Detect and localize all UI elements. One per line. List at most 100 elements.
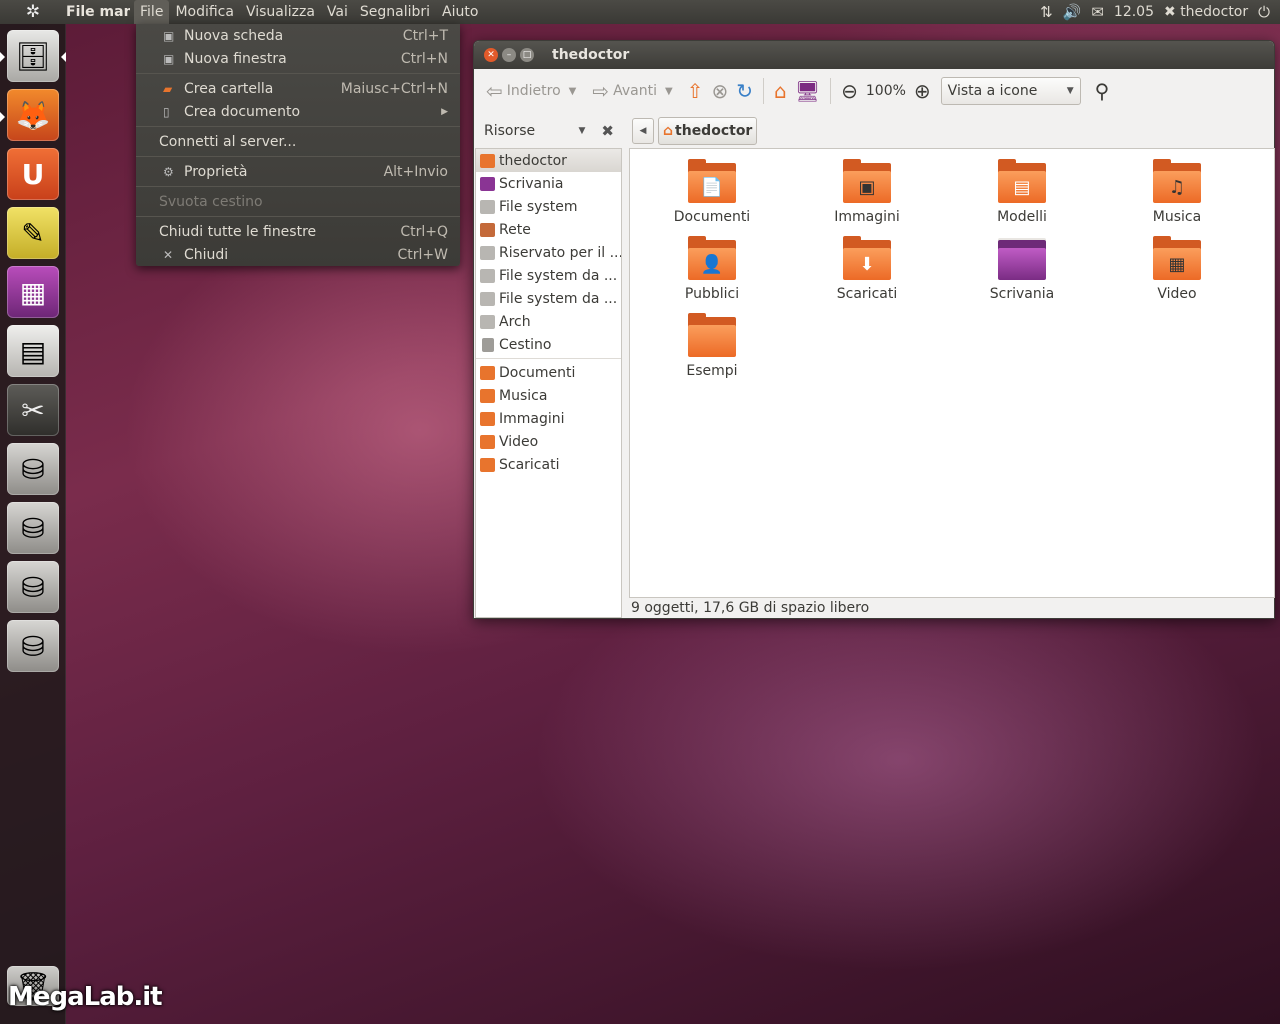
close-icon: ✕	[163, 247, 174, 262]
reload-button[interactable]: ↻	[732, 75, 757, 107]
menu-visualizza[interactable]: Visualizza	[240, 0, 321, 24]
menu-segnalibri[interactable]: Segnalibri	[354, 0, 436, 24]
new-window-icon: ▣	[163, 51, 175, 66]
sidebar-item-filesystem-3[interactable]: File system da ...	[476, 287, 621, 310]
sidebar-item-network[interactable]: Rete	[476, 218, 621, 241]
sidebar-item-documenti[interactable]: Documenti	[476, 361, 621, 384]
sidebar-item-filesystem-2[interactable]: File system da ...	[476, 264, 621, 287]
zoom-out-button[interactable]: ⊖	[837, 75, 862, 107]
scissors-icon[interactable]: ✂	[7, 384, 59, 436]
drive-icon[interactable]: ⛁	[7, 502, 59, 554]
sidebar-item-musica[interactable]: Musica	[476, 384, 621, 407]
menu-file[interactable]: File	[134, 0, 170, 24]
user-menu[interactable]: ✖ thedoctor	[1164, 4, 1248, 20]
sidebar-item-reserved[interactable]: Riservato per il ...	[476, 241, 621, 264]
menu-item-new-tab[interactable]: ▣ Nuova scheda Ctrl+T	[136, 24, 460, 47]
network-icon[interactable]: ⇅	[1040, 3, 1053, 21]
stop-button[interactable]: ⊗	[707, 75, 732, 107]
sidebar-item-label: Musica	[499, 387, 548, 404]
sidebar-item-arch[interactable]: Arch	[476, 310, 621, 333]
menu-aiuto[interactable]: Aiuto	[436, 0, 484, 24]
menu-item-create-folder[interactable]: ▰ Crea cartella Maiusc+Ctrl+N	[136, 77, 460, 100]
computer-icon: 🖥	[794, 79, 821, 103]
ubuntu-one-icon[interactable]: U	[7, 148, 59, 200]
firefox-icon[interactable]: 🦊	[7, 89, 59, 141]
file-item-documenti[interactable]: 📄 Documenti	[652, 159, 772, 225]
drive-icon	[480, 199, 495, 214]
file-cabinet-icon[interactable]: 🗄	[7, 30, 59, 82]
menu-item-accel: Ctrl+N	[400, 50, 448, 67]
file-item-immagini[interactable]: ▣ Immagini	[807, 159, 927, 225]
clock[interactable]: 12.05	[1114, 4, 1154, 20]
drive-icon[interactable]: ⛁	[7, 443, 59, 495]
menu-item-close-all[interactable]: Chiudi tutte le finestre Ctrl+Q	[136, 220, 460, 243]
sidebar-item-scaricati[interactable]: Scaricati	[476, 453, 621, 476]
mail-icon[interactable]: ✉	[1091, 3, 1104, 21]
computer-button[interactable]: 🖥	[791, 75, 824, 107]
file-menu-dropdown: ▣ Nuova scheda Ctrl+T ▣ Nuova finestra Ctrl+…	[136, 24, 460, 266]
minimize-icon[interactable]: –	[502, 48, 516, 62]
breadcrumb-home[interactable]: ⌂ thedoctor	[658, 117, 758, 145]
menu-item-new-window[interactable]: ▣ Nuova finestra Ctrl+N	[136, 47, 460, 70]
menu-modifica[interactable]: Modifica	[169, 0, 240, 24]
menu-item-create-document[interactable]: ▯ Crea documento ▶	[136, 100, 460, 123]
forward-button[interactable]: ⇨ Avanti	[588, 75, 661, 107]
sidebar-item-desktop[interactable]: Scrivania	[476, 172, 621, 195]
forward-history-dropdown[interactable]: ▼	[661, 75, 677, 107]
launcher-active-pip	[0, 52, 5, 62]
menu-vai[interactable]: Vai	[321, 0, 354, 24]
menu-item-label: Chiudi	[184, 246, 229, 263]
view-mode-select[interactable]: Vista a icone ▼	[940, 77, 1081, 105]
search-button[interactable]: ⚲	[1091, 75, 1114, 107]
menu-item-connect-server[interactable]: Connetti al server...	[136, 130, 460, 153]
chevron-down-icon[interactable]: ▼	[579, 126, 586, 136]
volume-icon[interactable]: 🔊	[1063, 3, 1082, 21]
zoom-level[interactable]: 100%	[862, 75, 910, 107]
toolbar-separator	[830, 78, 832, 104]
new-tab-icon: ▣	[163, 28, 175, 43]
maximize-icon[interactable]: □	[520, 48, 534, 62]
drive-icon[interactable]: ⛁	[7, 561, 59, 613]
file-item-scaricati[interactable]: ⬇ Scaricati	[807, 236, 927, 302]
files-icon[interactable]: ▤	[7, 325, 59, 377]
launcher: 🗄 🦊 U ✎ ▦ ▤ ✂ ⛁ ⛁ ⛁ ⛁ 🗑	[0, 24, 66, 1024]
text-editor-icon[interactable]: ✎	[7, 207, 59, 259]
back-arrow-icon: ⇦	[486, 79, 503, 103]
drive-icon[interactable]: ⛁	[7, 620, 59, 672]
network-icon	[480, 222, 495, 237]
file-item-scrivania[interactable]: Scrivania	[962, 238, 1082, 302]
file-item-video[interactable]: ▦ Video	[1117, 236, 1237, 302]
menu-item-close[interactable]: ✕ Chiudi Ctrl+W	[136, 243, 460, 266]
menu-separator	[136, 186, 460, 187]
workspaces-icon[interactable]: ▦	[7, 266, 59, 318]
power-icon[interactable]: ⏻	[1258, 3, 1270, 21]
zoom-in-button[interactable]: ⊕	[910, 75, 935, 107]
menu-separator	[136, 156, 460, 157]
file-item-musica[interactable]: ♫ Musica	[1117, 159, 1237, 225]
sidebar-type-select[interactable]: Risorse	[484, 123, 535, 139]
close-sidebar-icon[interactable]: ✖	[601, 122, 614, 140]
ubuntu-logo-icon[interactable]: ✲	[0, 0, 66, 24]
menu-item-empty-trash: Svuota cestino	[136, 190, 460, 213]
file-item-pubblici[interactable]: 👤 Pubblici	[652, 236, 772, 302]
back-history-dropdown[interactable]: ▼	[565, 75, 581, 107]
sidebar-item-trash[interactable]: Cestino	[476, 333, 621, 356]
submenu-arrow-icon: ▶	[441, 106, 448, 117]
menu-item-properties[interactable]: ⚙ Proprietà Alt+Invio	[136, 160, 460, 183]
sidebar-item-filesystem[interactable]: File system	[476, 195, 621, 218]
stop-icon: ⊗	[711, 79, 729, 103]
breadcrumb-scroll-left[interactable]: ◀	[632, 118, 654, 144]
home-button[interactable]: ⌂	[770, 75, 791, 107]
file-item-esempi[interactable]: Esempi	[652, 313, 772, 379]
back-button[interactable]: ⇦ Indietro	[482, 75, 565, 107]
up-button[interactable]: ⇧	[683, 75, 708, 107]
file-item-modelli[interactable]: ▤ Modelli	[962, 159, 1082, 225]
sidebar-item-video[interactable]: Video	[476, 430, 621, 453]
sidebar-item-label: Video	[499, 433, 539, 450]
folder-download-icon: ⬇	[843, 236, 891, 280]
sidebar-item-home[interactable]: thedoctor	[476, 149, 621, 172]
close-icon[interactable]: ✕	[484, 48, 498, 62]
menu-separator	[136, 73, 460, 74]
sidebar-item-immagini[interactable]: Immagini	[476, 407, 621, 430]
sidebar-item-label: Documenti	[499, 364, 576, 381]
